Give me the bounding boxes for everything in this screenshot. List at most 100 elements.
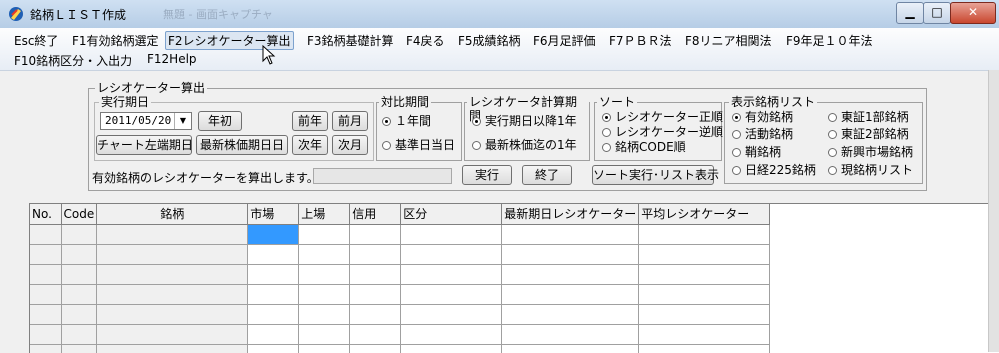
calc-period-latest-radio[interactable]: 最新株価迄の1年 bbox=[472, 138, 577, 152]
display-tse2-radio[interactable]: 東証2部銘柄 bbox=[828, 127, 909, 141]
menu-item-f3[interactable]: F3銘柄基礎計算 bbox=[305, 32, 396, 49]
year-start-button[interactable]: 年初 bbox=[198, 111, 242, 131]
grid-cell-avg-ratio[interactable] bbox=[638, 324, 771, 345]
chart-left-date-button[interactable]: チャート左端期日 bbox=[96, 135, 193, 155]
end-button[interactable]: 終了 bbox=[522, 165, 572, 185]
grid-cell-no[interactable] bbox=[30, 324, 62, 345]
grid-cell-name[interactable] bbox=[96, 324, 249, 345]
prev-year-button[interactable]: 前年 bbox=[292, 111, 328, 131]
menu-item-f9[interactable]: F9年足１０年法 bbox=[784, 32, 875, 49]
grid-cell-no[interactable] bbox=[30, 304, 62, 325]
stock-grid[interactable]: No. Code 銘柄 市場 上場 信用 区分 最新期日レシオケーター 平均レシオケーター bbox=[29, 203, 999, 353]
menu-item-f12[interactable]: F12Help bbox=[145, 52, 199, 66]
grid-cell-name[interactable] bbox=[96, 304, 249, 325]
grid-cell-no[interactable] bbox=[30, 224, 62, 245]
grid-cell-category[interactable] bbox=[400, 284, 503, 305]
menu-item-f1[interactable]: F1有効銘柄選定 bbox=[70, 32, 161, 49]
menu-item-f6[interactable]: F6月足評価 bbox=[531, 32, 598, 49]
table-row[interactable] bbox=[30, 224, 771, 245]
table-row[interactable] bbox=[30, 244, 771, 265]
menu-item-f10[interactable]: F10銘柄区分・入出力 bbox=[12, 52, 134, 69]
sort-ratio-asc-radio[interactable]: レシオケーター正順 bbox=[602, 110, 723, 124]
menu-item-f8[interactable]: F8リニア相関法 bbox=[683, 32, 774, 49]
grid-cell-listing[interactable] bbox=[298, 284, 351, 305]
latest-price-date-button[interactable]: 最新株価期日日 bbox=[196, 135, 288, 155]
table-row[interactable] bbox=[30, 304, 771, 325]
grid-cell-margin[interactable] bbox=[349, 304, 402, 325]
column-header-margin[interactable]: 信用 bbox=[349, 204, 402, 225]
column-header-market[interactable]: 市場 bbox=[247, 204, 300, 225]
grid-cell-market[interactable] bbox=[247, 264, 300, 285]
grid-cell-listing[interactable] bbox=[298, 264, 351, 285]
next-year-button[interactable]: 次年 bbox=[292, 135, 328, 155]
grid-cell-market[interactable] bbox=[247, 224, 300, 245]
menu-item-f7[interactable]: F7ＰＢＲ法 bbox=[607, 32, 674, 49]
grid-cell-margin[interactable] bbox=[349, 324, 402, 345]
grid-cell-margin[interactable] bbox=[349, 224, 402, 245]
grid-cell-latest-ratio[interactable] bbox=[501, 284, 640, 305]
maximize-button[interactable]: □ bbox=[923, 2, 951, 24]
display-saya-radio[interactable]: 鞘銘柄 bbox=[732, 145, 781, 159]
grid-cell-name[interactable] bbox=[96, 284, 249, 305]
grid-cell-name[interactable] bbox=[96, 224, 249, 245]
chevron-down-icon[interactable]: ▼ bbox=[174, 113, 191, 129]
display-nikkei225-radio[interactable]: 日経225銘柄 bbox=[732, 163, 816, 177]
grid-cell-market[interactable] bbox=[247, 304, 300, 325]
grid-cell-category[interactable] bbox=[400, 224, 503, 245]
exec-date-picker[interactable]: 2011/05/20 ▼ bbox=[100, 112, 192, 130]
menu-item-f5[interactable]: F5成績銘柄 bbox=[456, 32, 523, 49]
column-header-avg-ratio[interactable]: 平均レシオケーター bbox=[638, 204, 771, 225]
grid-cell-listing[interactable] bbox=[298, 224, 351, 245]
table-row[interactable] bbox=[30, 324, 771, 345]
sort-list-button[interactable]: ソート実行･リスト表示 bbox=[592, 165, 719, 185]
grid-cell-code[interactable] bbox=[61, 244, 98, 265]
grid-cell-category[interactable] bbox=[400, 244, 503, 265]
grid-cell-name[interactable] bbox=[96, 244, 249, 265]
grid-cell-latest-ratio[interactable] bbox=[501, 264, 640, 285]
compare-period-baseday-radio[interactable]: 基準日当日 bbox=[382, 138, 455, 152]
grid-cell-latest-ratio[interactable] bbox=[501, 244, 640, 265]
grid-cell-code[interactable] bbox=[61, 264, 98, 285]
grid-cell-code[interactable] bbox=[61, 324, 98, 345]
grid-cell-category[interactable] bbox=[400, 264, 503, 285]
grid-cell-no[interactable] bbox=[30, 244, 62, 265]
grid-cell-margin[interactable] bbox=[349, 264, 402, 285]
sort-code-radio[interactable]: 銘柄CODE順 bbox=[602, 140, 686, 154]
column-header-latest-ratio[interactable]: 最新期日レシオケーター bbox=[501, 204, 640, 225]
grid-cell-listing[interactable] bbox=[298, 324, 351, 345]
table-row[interactable] bbox=[30, 264, 771, 285]
grid-cell-avg-ratio[interactable] bbox=[638, 244, 771, 265]
menu-item-f4[interactable]: F4戻る bbox=[404, 32, 447, 49]
grid-cell-avg-ratio[interactable] bbox=[638, 284, 771, 305]
grid-cell-market[interactable] bbox=[247, 324, 300, 345]
display-current-list-radio[interactable]: 現銘柄リスト bbox=[828, 163, 913, 177]
grid-cell-latest-ratio[interactable] bbox=[501, 304, 640, 325]
display-emerging-radio[interactable]: 新興市場銘柄 bbox=[828, 145, 913, 159]
grid-cell-avg-ratio[interactable] bbox=[638, 224, 771, 245]
grid-cell-listing[interactable] bbox=[298, 244, 351, 265]
table-row[interactable] bbox=[30, 284, 771, 305]
sort-ratio-desc-radio[interactable]: レシオケーター逆順 bbox=[602, 125, 723, 139]
prev-month-button[interactable]: 前月 bbox=[332, 111, 368, 131]
grid-cell-margin[interactable] bbox=[349, 244, 402, 265]
grid-cell-latest-ratio[interactable] bbox=[501, 324, 640, 345]
grid-cell-no[interactable] bbox=[30, 264, 62, 285]
column-header-code[interactable]: Code bbox=[61, 204, 98, 225]
minimize-button[interactable]: ▁ bbox=[896, 2, 924, 24]
grid-cell-avg-ratio[interactable] bbox=[638, 264, 771, 285]
next-month-button[interactable]: 次月 bbox=[332, 135, 368, 155]
compare-period-1year-radio[interactable]: １年間 bbox=[382, 114, 431, 128]
column-header-name[interactable]: 銘柄 bbox=[96, 204, 249, 225]
grid-cell-category[interactable] bbox=[400, 324, 503, 345]
grid-cell-avg-ratio[interactable] bbox=[638, 304, 771, 325]
grid-cell-market[interactable] bbox=[247, 244, 300, 265]
grid-cell-latest-ratio[interactable] bbox=[501, 224, 640, 245]
display-tse1-radio[interactable]: 東証1部銘柄 bbox=[828, 110, 909, 124]
grid-cell-code[interactable] bbox=[61, 284, 98, 305]
calc-period-after-exec-radio[interactable]: 実行期日以降1年 bbox=[472, 114, 577, 128]
column-header-no[interactable]: No. bbox=[30, 204, 62, 225]
grid-cell-code[interactable] bbox=[61, 224, 98, 245]
run-button[interactable]: 実行 bbox=[462, 165, 512, 185]
display-valid-radio[interactable]: 有効銘柄 bbox=[732, 110, 793, 124]
grid-cell-name[interactable] bbox=[96, 264, 249, 285]
